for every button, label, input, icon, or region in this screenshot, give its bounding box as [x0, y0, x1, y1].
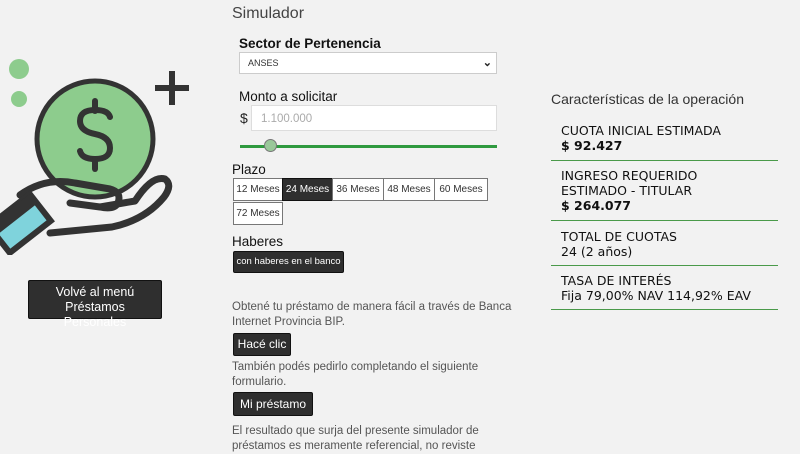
- back-to-menu-button[interactable]: Volvé al menú Préstamos Personales: [28, 280, 162, 329]
- term-option-36[interactable]: 36 Meses: [332, 178, 384, 201]
- tasa-item: TASA DE INTERÉS Fija 79,00% NAV 114,92% …: [551, 273, 778, 310]
- cuota-item: CUOTA INICIAL ESTIMADA $ 92.427: [551, 123, 778, 161]
- operation-title: Características de la operación: [551, 91, 744, 107]
- term-option-24[interactable]: 24 Meses: [282, 178, 333, 201]
- total-cuotas-value: 24 (2 años): [561, 244, 633, 259]
- haberes-label: Haberes: [232, 234, 284, 249]
- currency-symbol: $: [240, 110, 248, 126]
- ingreso-label-2: ESTIMADO - TITULAR: [561, 183, 693, 198]
- tasa-value: Fija 79,00% NAV 114,92% EAV: [561, 288, 751, 303]
- cuota-label: CUOTA INICIAL ESTIMADA: [561, 123, 721, 138]
- cuota-value: $ 92.427: [561, 138, 623, 153]
- menu-button-line2: Préstamos Personales: [63, 300, 127, 329]
- tasa-label: TASA DE INTERÉS: [561, 273, 672, 288]
- term-option-48[interactable]: 48 Meses: [383, 178, 435, 201]
- ingreso-item: INGRESO REQUERIDO ESTIMADO - TITULAR $ 2…: [551, 168, 778, 221]
- term-label: Plazo: [232, 162, 266, 177]
- term-option-12[interactable]: 12 Meses: [233, 178, 283, 201]
- hand-holding-coin-icon: [0, 59, 189, 255]
- menu-button-line1: Volvé al menú: [55, 285, 135, 299]
- amount-input[interactable]: 1.100.000: [251, 105, 497, 131]
- bip-info-text: Obtené tu préstamo de manera fácil a tra…: [232, 301, 512, 328]
- amount-label: Monto a solicitar: [239, 89, 338, 104]
- sector-select[interactable]: ANSES ⌄: [239, 52, 497, 74]
- total-cuotas-item: TOTAL DE CUOTAS 24 (2 años): [551, 229, 778, 266]
- term-option-60[interactable]: 60 Meses: [434, 178, 488, 201]
- haberes-option-button[interactable]: con haberes en el banco: [233, 251, 344, 273]
- term-option-72[interactable]: 72 Meses: [233, 202, 283, 225]
- hace-clic-button[interactable]: Hacé clic: [233, 333, 291, 356]
- disclaimer-text: El resultado que surja del presente simu…: [232, 425, 479, 452]
- chevron-down-icon: ⌄: [482, 57, 492, 69]
- page-title: Simulador: [232, 5, 305, 22]
- mi-prestamo-button[interactable]: Mi préstamo: [233, 392, 313, 416]
- sector-label: Sector de Pertenencia: [239, 36, 381, 51]
- amount-slider-handle[interactable]: [264, 139, 278, 152]
- ingreso-label-1: INGRESO REQUERIDO: [561, 168, 698, 183]
- plus-icon: [155, 71, 189, 105]
- form-info-text: También podés pedirlo completando el sig…: [232, 361, 479, 388]
- circle-dots-icon: [9, 59, 29, 79]
- ingreso-value: $ 264.077: [561, 198, 631, 213]
- sector-selected-value: ANSES: [248, 58, 279, 68]
- amount-slider[interactable]: [240, 145, 497, 148]
- total-cuotas-label: TOTAL DE CUOTAS: [561, 229, 677, 244]
